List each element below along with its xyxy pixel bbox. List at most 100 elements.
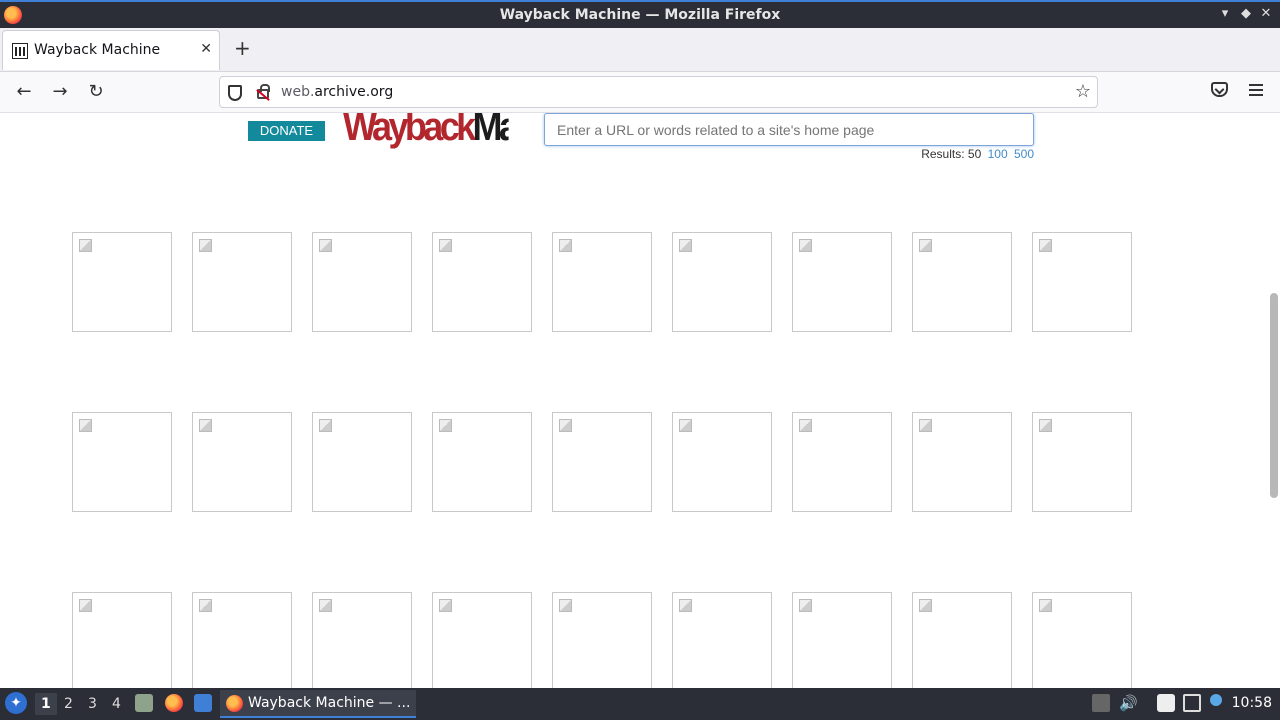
broken-image-icon [1039,239,1052,252]
site-thumbnail[interactable] [552,592,652,688]
broken-image-icon [199,599,212,612]
task-label: Wayback Machine — ... [248,695,411,711]
page-scrollbar[interactable] [1270,293,1278,498]
firefox-launcher-icon[interactable] [165,694,183,712]
site-thumbnail[interactable] [552,412,652,512]
broken-image-icon [439,239,452,252]
tracking-protection-shield-icon[interactable] [228,85,242,101]
broken-image-icon [1039,419,1052,432]
workspace-2[interactable]: 2 [64,696,73,712]
clipboard-icon[interactable] [1157,694,1175,712]
results-count: Results: 50 100 500 [921,147,1034,161]
reload-button[interactable]: ↻ [85,81,107,103]
desktop-icon[interactable] [194,694,212,712]
bookmark-star-icon[interactable]: ☆ [1075,81,1091,102]
site-thumbnail[interactable] [912,592,1012,688]
site-thumbnail[interactable] [312,232,412,332]
url-bar[interactable]: web.archive.org ☆ [219,76,1098,108]
site-thumbnail[interactable] [72,592,172,688]
results-500-link[interactable]: 500 [1014,147,1034,161]
hamburger-menu-icon[interactable] [1249,84,1263,96]
broken-image-icon [439,599,452,612]
broken-image-icon [799,599,812,612]
site-thumbnail[interactable] [1032,412,1132,512]
broken-image-icon [679,599,692,612]
broken-image-icon [679,239,692,252]
new-tab-button[interactable]: + [234,36,251,60]
page-content: DONATE WaybackMachine Results: 50 100 50… [0,113,1280,688]
site-thumbnail[interactable] [792,592,892,688]
site-thumbnail[interactable] [312,592,412,688]
site-thumbnail[interactable] [192,412,292,512]
search-input[interactable] [544,113,1034,146]
window-titlebar: Wayback Machine — Mozilla Firefox ▾ ◆ ✕ [0,0,1280,28]
site-thumbnail[interactable] [72,412,172,512]
broken-image-icon [919,239,932,252]
broken-image-icon [319,599,332,612]
broken-image-icon [559,419,572,432]
wayback-machine-logo[interactable]: WaybackMachine [343,113,509,151]
start-menu-icon[interactable]: ✦ [5,692,27,714]
site-thumbnail[interactable] [432,592,532,688]
site-thumbnail[interactable] [552,232,652,332]
url-text[interactable]: web.archive.org [281,84,393,100]
broken-image-icon [919,419,932,432]
site-thumbnail[interactable] [432,232,532,332]
pocket-icon[interactable] [1211,82,1228,97]
broken-image-icon [319,239,332,252]
broken-image-icon [919,599,932,612]
results-100-link[interactable]: 100 [988,147,1008,161]
site-thumbnail[interactable] [792,412,892,512]
broken-image-icon [199,419,212,432]
results-label: Results: 50 [921,147,982,161]
tray-up-arrow-icon[interactable] [1092,694,1110,712]
firefox-task-icon [226,695,243,712]
tab-label: Wayback Machine [34,42,161,58]
window-title: Wayback Machine — Mozilla Firefox [499,7,781,23]
broken-image-icon [679,419,692,432]
site-thumbnail[interactable] [312,412,412,512]
navigation-bar: ← → ↻ web.archive.org ☆ [0,72,1280,113]
site-thumbnail[interactable] [672,412,772,512]
site-thumbnail[interactable] [192,232,292,332]
minimize-icon[interactable]: ▾ [1217,6,1233,21]
notification-icon[interactable] [1210,694,1222,706]
close-window-icon[interactable]: ✕ [1258,6,1274,21]
broken-image-icon [799,419,812,432]
network-icon[interactable] [1183,694,1201,712]
broken-image-icon [79,419,92,432]
workspace-1[interactable]: 1 [35,693,57,715]
tab-wayback-machine[interactable]: Wayback Machine ✕ [2,30,220,70]
site-thumbnail[interactable] [192,592,292,688]
taskbar-firefox-task[interactable]: Wayback Machine — ... [220,690,416,718]
maximize-icon[interactable]: ◆ [1238,6,1254,21]
donate-button[interactable]: DONATE [248,121,325,141]
site-thumbnail[interactable] [912,232,1012,332]
workspace-4[interactable]: 4 [112,696,121,712]
close-tab-icon[interactable]: ✕ [200,41,212,57]
workspace-3[interactable]: 3 [88,696,97,712]
site-thumbnail[interactable] [672,592,772,688]
broken-image-icon [439,419,452,432]
back-button[interactable]: ← [13,81,35,103]
site-thumbnail[interactable] [792,232,892,332]
site-thumbnail[interactable] [1032,232,1132,332]
file-manager-icon[interactable] [135,694,153,712]
taskbar: ✦ 1 2 3 4 Wayback Machine — ... 🔊 10:58 [0,688,1280,720]
broken-image-icon [79,239,92,252]
archive-favicon-icon [12,43,28,59]
site-thumbnail[interactable] [432,412,532,512]
site-thumbnail[interactable] [72,232,172,332]
site-thumbnail[interactable] [912,412,1012,512]
broken-image-icon [559,599,572,612]
volume-icon[interactable]: 🔊 [1119,694,1138,712]
tab-bar: Wayback Machine ✕ + [0,28,1280,72]
broken-image-icon [319,419,332,432]
forward-button[interactable]: → [49,81,71,103]
site-thumbnail[interactable] [672,232,772,332]
site-thumbnail[interactable] [1032,592,1132,688]
broken-image-icon [199,239,212,252]
broken-image-icon [1039,599,1052,612]
insecure-lock-icon[interactable] [257,84,270,99]
broken-image-icon [799,239,812,252]
